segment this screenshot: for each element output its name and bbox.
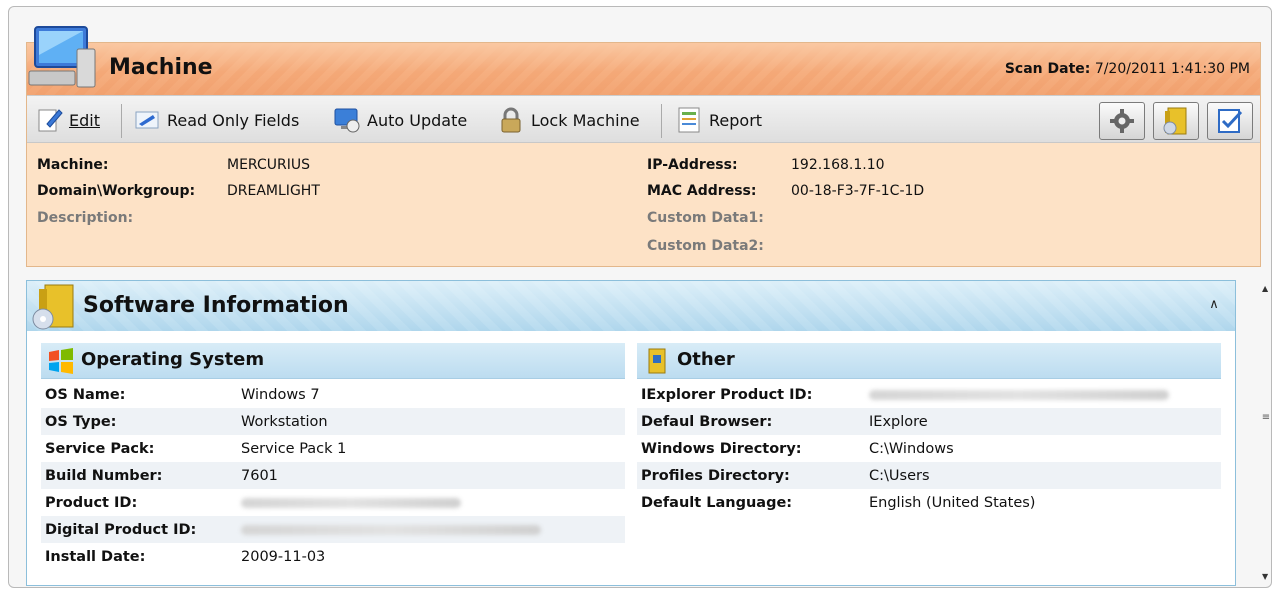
domain-label: Domain\Workgroup: [37, 183, 196, 199]
lock-machine-label: Lock Machine [531, 110, 640, 130]
vertical-scrollbar[interactable]: ▲ ≡ ▼ [1256, 282, 1276, 586]
windows-logo-icon [49, 348, 73, 374]
machine-label: Machine: [37, 157, 109, 173]
description-label: Description: [37, 210, 134, 226]
scroll-thumb[interactable]: ≡ [1259, 412, 1273, 428]
default-browser-value: IExplore [869, 413, 928, 430]
build-number-value: 7601 [241, 467, 278, 484]
lock-machine-button[interactable]: Lock Machine [497, 105, 640, 135]
scroll-up-icon[interactable]: ▲ [1262, 284, 1268, 293]
scan-date: Scan Date: 7/20/2011 1:41:30 PM [1005, 61, 1250, 77]
scan-date-label: Scan Date: [1004, 61, 1091, 77]
table-row: Defaul Browser: IExplore [637, 408, 1221, 435]
read-only-icon [135, 111, 159, 129]
custom-data2-label: Custom Data2: [647, 238, 764, 254]
scroll-down-icon[interactable]: ▼ [1262, 572, 1268, 581]
folder-icon [648, 348, 666, 374]
profiles-directory-value: C:\Users [869, 467, 930, 484]
default-language-value: English (United States) [869, 494, 1036, 511]
digital-product-id-value-redacted [241, 524, 541, 535]
auto-update-label: Auto Update [367, 110, 468, 130]
table-row: Windows Directory: C:\Windows [637, 435, 1221, 462]
edit-icon [38, 109, 63, 132]
software-panel: Software Information ∧ Operating System … [26, 280, 1236, 586]
check-button[interactable] [1207, 102, 1253, 140]
os-title: Operating System [81, 349, 265, 370]
computer-icon [28, 26, 96, 88]
default-language-key: Default Language: [641, 494, 793, 511]
other-title: Other [677, 349, 735, 370]
iexplorer-id-key: IExplorer Product ID: [641, 386, 813, 403]
table-row: Default Language: English (United States… [637, 489, 1221, 516]
machine-fields: Machine: MERCURIUS Domain\Workgroup: DRE… [27, 143, 1260, 267]
product-id-value-redacted [241, 497, 461, 508]
auto-update-button[interactable]: Auto Update [333, 105, 467, 135]
os-section-header: Operating System [41, 343, 625, 379]
table-row: OS Name: Windows 7 [41, 381, 625, 408]
check-icon [1218, 109, 1243, 133]
software-icon [32, 284, 74, 330]
os-type-key: OS Type: [45, 413, 117, 430]
table-row: Service Pack: Service Pack 1 [41, 435, 625, 462]
software-button[interactable] [1153, 102, 1199, 140]
product-id-key: Product ID: [45, 494, 138, 511]
machine-title: Machine [109, 55, 213, 80]
auto-update-icon [334, 108, 360, 133]
settings-icon [1110, 109, 1134, 133]
iexplorer-id-value-redacted [869, 389, 1169, 400]
profiles-directory-key: Profiles Directory: [641, 467, 790, 484]
domain-value: DREAMLIGHT [227, 183, 320, 199]
software-icon [1163, 107, 1187, 135]
read-only-fields-label: Read Only Fields [167, 110, 300, 130]
table-row: IExplorer Product ID: [637, 381, 1221, 408]
install-date-key: Install Date: [45, 548, 146, 565]
collapse-icon[interactable]: ∧ [1203, 294, 1225, 316]
service-pack-value: Service Pack 1 [241, 440, 347, 457]
edit-button[interactable]: Edit [35, 105, 100, 135]
build-number-key: Build Number: [45, 467, 163, 484]
scan-date-value: 7/20/2011 1:41:30 PM [1094, 61, 1250, 77]
table-row: Install Date: 2009-11-03 [41, 543, 625, 570]
table-row: Digital Product ID: [41, 516, 625, 543]
settings-button[interactable] [1099, 102, 1145, 140]
toolbar-divider [121, 104, 122, 138]
table-row: OS Type: Workstation [41, 408, 625, 435]
machine-panel: Machine Scan Date: 7/20/2011 1:41:30 PM … [26, 26, 1261, 267]
ip-value: 192.168.1.10 [791, 157, 885, 173]
edit-label: Edit [69, 110, 100, 130]
table-row: Build Number: 7601 [41, 462, 625, 489]
digital-product-id-key: Digital Product ID: [45, 521, 197, 538]
default-browser-key: Defaul Browser: [641, 413, 773, 430]
toolbar-divider [661, 104, 662, 138]
service-pack-key: Service Pack: [45, 440, 155, 457]
os-name-value: Windows 7 [241, 386, 320, 403]
other-section-header: Other [637, 343, 1221, 379]
windows-directory-key: Windows Directory: [641, 440, 802, 457]
os-rows: OS Name: Windows 7 OS Type: Workstation … [41, 381, 625, 570]
software-title: Software Information [83, 293, 349, 318]
os-name-key: OS Name: [45, 386, 126, 403]
machine-value: MERCURIUS [227, 157, 310, 173]
table-row: Profiles Directory: C:\Users [637, 462, 1221, 489]
ip-label: IP-Address: [647, 157, 738, 173]
other-rows: IExplorer Product ID: Defaul Browser: IE… [637, 381, 1221, 516]
os-type-value: Workstation [241, 413, 328, 430]
machine-toolbar: Edit Read Only Fields Auto Update Lock M… [27, 95, 1260, 143]
report-button[interactable]: Report [675, 105, 762, 135]
report-label: Report [709, 110, 763, 130]
install-date-value: 2009-11-03 [241, 548, 326, 565]
table-row: Product ID: [41, 489, 625, 516]
windows-directory-value: C:\Windows [869, 440, 954, 457]
mac-value: 00-18-F3-7F-1C-1D [791, 183, 925, 199]
read-only-fields-button[interactable]: Read Only Fields [133, 105, 299, 135]
lock-icon [501, 107, 521, 133]
report-icon [678, 107, 700, 133]
custom-data1-label: Custom Data1: [647, 210, 764, 226]
mac-label: MAC Address: [647, 183, 757, 199]
